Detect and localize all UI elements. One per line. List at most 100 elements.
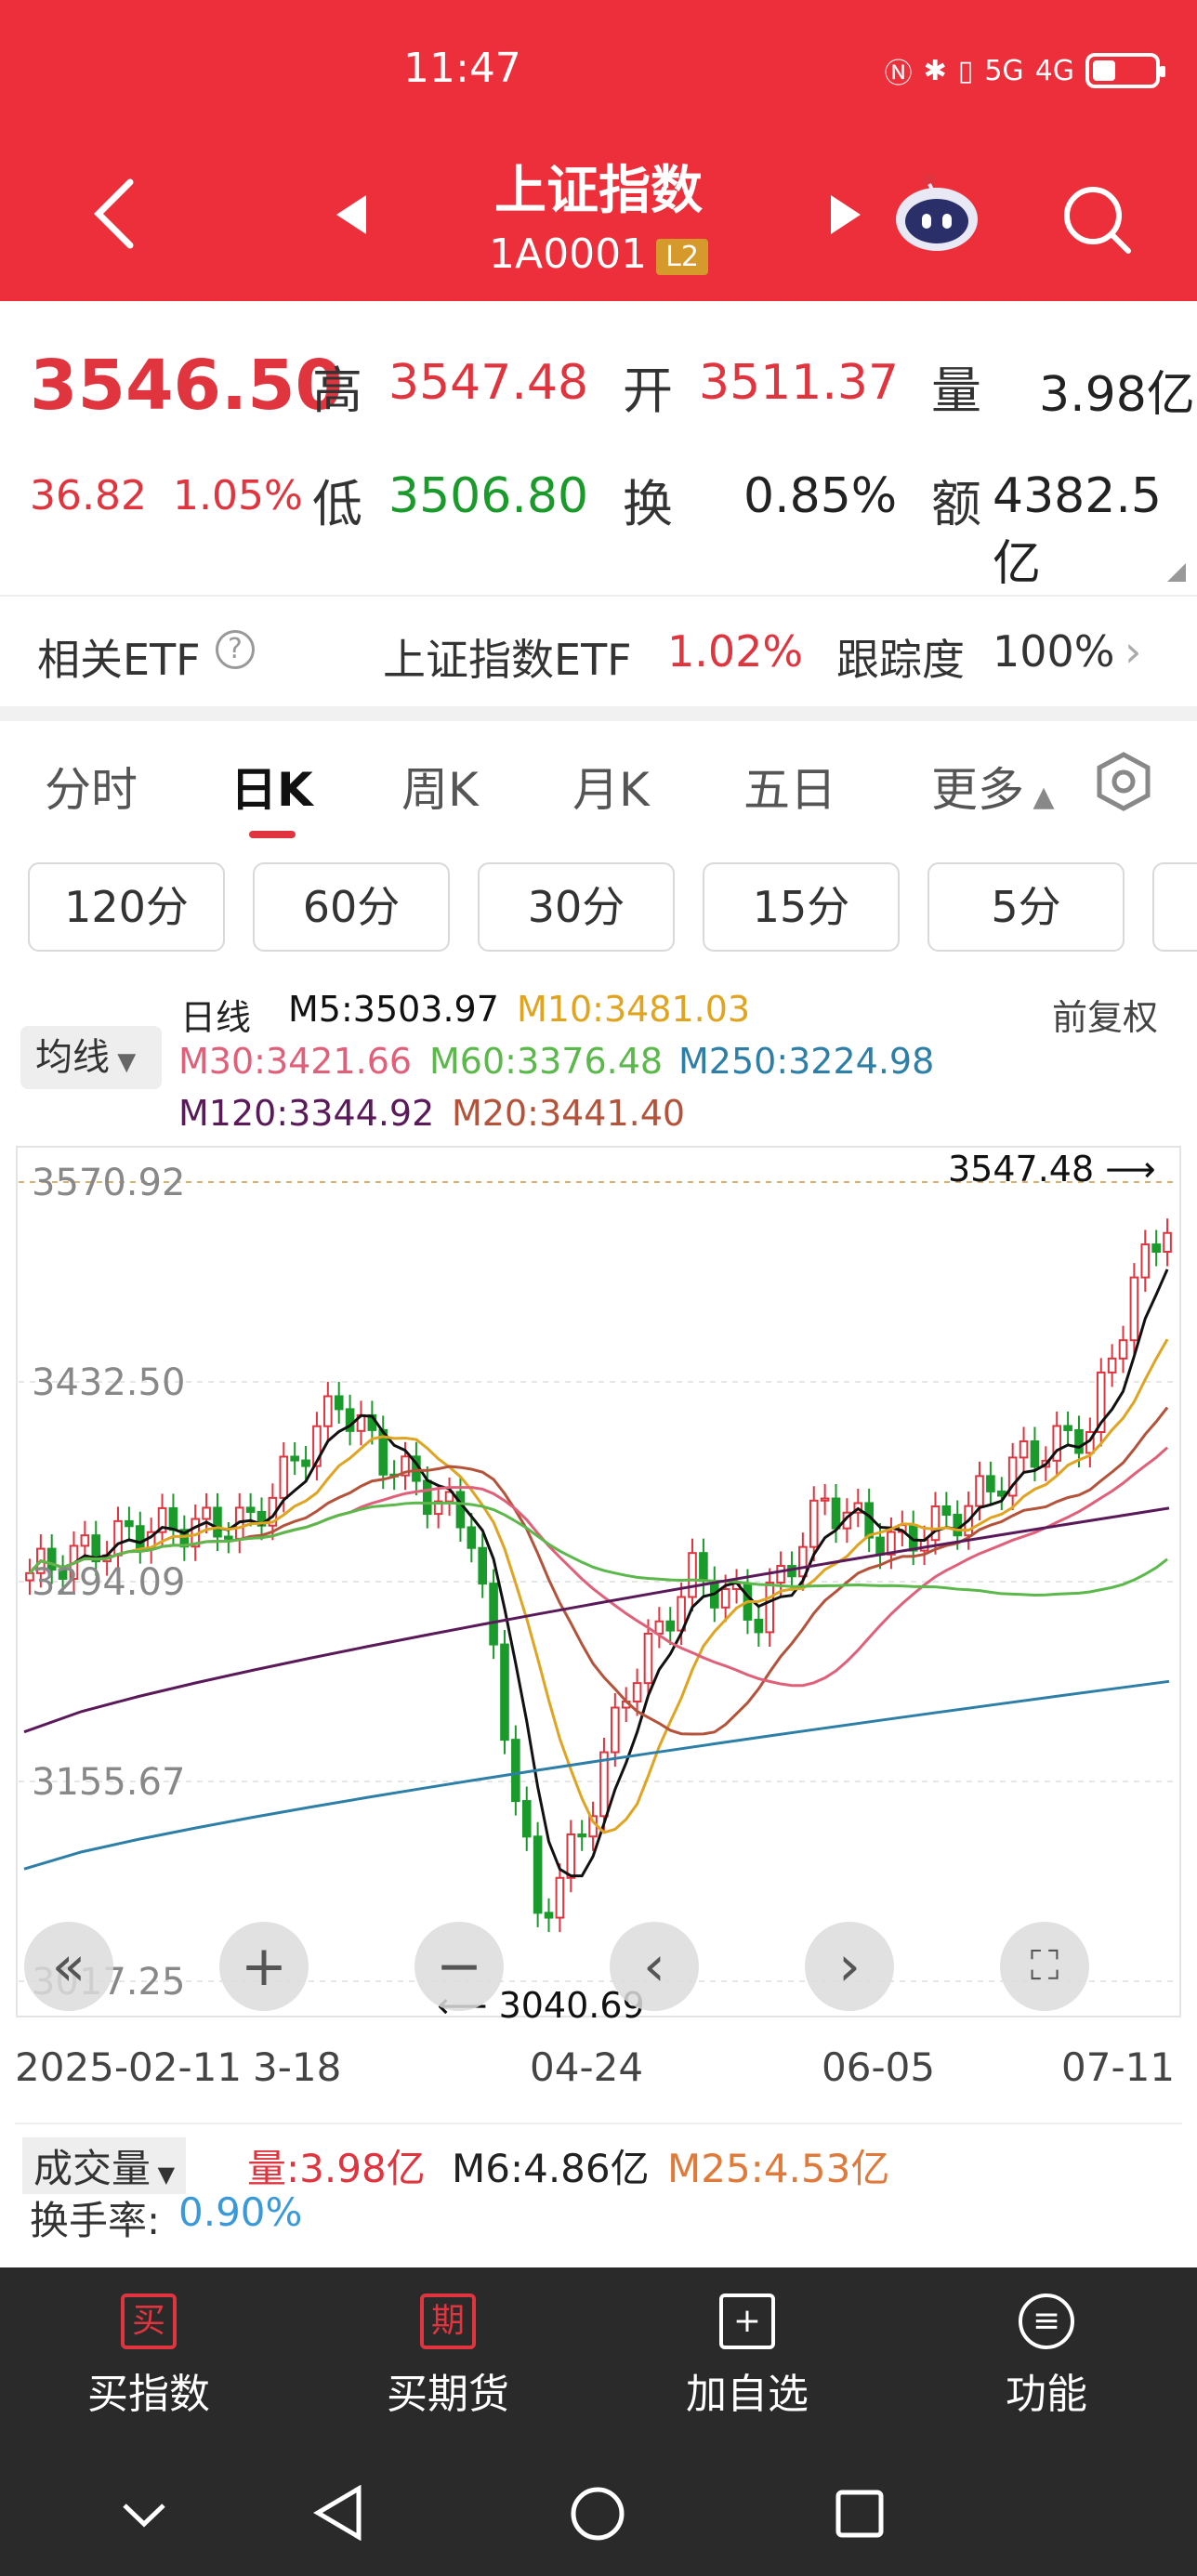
chevron-right-icon: › <box>1125 626 1142 677</box>
legend-m250: M250:3224.98 <box>678 1041 935 1082</box>
candle-body <box>953 1514 963 1537</box>
zoom-in-button[interactable]: + <box>219 1922 309 2011</box>
scroll-left-button[interactable]: ‹ <box>610 1922 699 2011</box>
legend-m30: M30:3421.66 <box>178 1041 413 1082</box>
candle-body <box>135 1525 145 1551</box>
amount-value: 4382.5亿 <box>993 468 1162 592</box>
status-time: 11:47 <box>403 45 521 92</box>
header: 11:47 Ⓝ ✱ ▯ 5G 4G 上证指数 1A0001 L2 <box>0 0 1197 301</box>
price-change: 36.82 <box>30 472 147 519</box>
candle-body <box>643 1632 653 1685</box>
stock-code: 1A0001 <box>489 230 648 278</box>
candle-body <box>544 1912 554 1919</box>
tab-monthly-k[interactable]: 月K <box>572 753 650 820</box>
candle-body <box>1118 1339 1128 1360</box>
candle-body <box>455 1491 466 1529</box>
ma-dropdown[interactable]: 均线 ▼ <box>20 1026 162 1089</box>
scroll-right-button[interactable]: › <box>805 1922 894 2011</box>
tab-five-day[interactable]: 五日 <box>743 753 836 820</box>
x-tick: 04-24 <box>530 2044 644 2090</box>
candle-body <box>611 1706 620 1754</box>
low-label: 低 <box>312 475 362 533</box>
active-tab-indicator <box>249 831 296 838</box>
stock-code-row: 1A0001 L2 <box>0 230 1197 278</box>
open-label: 开 <box>623 361 673 420</box>
candle-body <box>1163 1231 1172 1254</box>
buy-index-button[interactable]: 买买指数 <box>56 2293 242 2420</box>
subtab-120min[interactable]: 120分 <box>28 862 225 952</box>
x-tick: 3-18 <box>253 2044 342 2090</box>
current-price: 3546.50 <box>30 346 344 426</box>
nav-home-icon[interactable] <box>569 2485 626 2543</box>
subtab-30min[interactable]: 30分 <box>478 862 675 952</box>
volume-dropdown[interactable]: 成交量 ▼ <box>22 2137 187 2194</box>
subtab-partial[interactable] <box>1152 862 1197 952</box>
menu-icon: ≡ <box>1019 2293 1074 2349</box>
candle-body <box>831 1497 841 1530</box>
legend-m120: M120:3344.92 <box>178 1093 435 1134</box>
candle-body <box>478 1546 488 1585</box>
zoom-out-button[interactable]: − <box>414 1922 504 2011</box>
quote-panel: 3546.50 36.82 1.05% 高 3547.48 开 3511.37 … <box>0 301 1197 595</box>
futures-icon: 期 <box>420 2293 476 2349</box>
battery-icon <box>1085 53 1165 88</box>
candle-body <box>754 1618 764 1634</box>
buy-futures-button[interactable]: 期买期货 <box>355 2293 541 2420</box>
tab-more[interactable]: 更多 ▲ <box>931 753 1055 820</box>
add-watchlist-button[interactable]: + 加自选 <box>654 2293 840 2420</box>
functions-button[interactable]: ≡ 功能 <box>954 2293 1139 2420</box>
candle-body <box>245 1506 256 1513</box>
tab-intraday[interactable]: 分时 <box>45 753 138 820</box>
volume-m25: M25:4.53亿 <box>667 2146 890 2191</box>
nfc-icon: Ⓝ <box>884 58 913 90</box>
candle-body <box>301 1459 310 1467</box>
page-title: 上证指数 <box>494 161 703 221</box>
legend-m60: M60:3376.48 <box>429 1041 664 1082</box>
kline-chart[interactable] <box>15 1145 1182 2018</box>
related-etf-row[interactable]: 相关ETF ? 上证指数ETF 1.02% 跟踪度 100% › <box>0 595 1197 706</box>
signal-4g-icon: 4G <box>1034 54 1074 87</box>
chevron-down-icon[interactable] <box>121 2496 167 2533</box>
scroll-left-fast-button[interactable]: « <box>24 1922 113 2011</box>
candle-body <box>688 1552 697 1598</box>
legend-m10: M10:3481.03 <box>517 989 751 1030</box>
candle-body <box>720 1587 730 1609</box>
x-tick: 2025-02-11 <box>15 2044 243 2090</box>
candle-body <box>323 1395 333 1427</box>
subtab-15min[interactable]: 15分 <box>703 862 900 952</box>
help-icon[interactable]: ? <box>216 630 255 669</box>
candle-body <box>820 1497 830 1502</box>
etf-name: 上证指数ETF <box>383 635 632 685</box>
nav-back-icon[interactable] <box>312 2485 364 2541</box>
settings-hex-icon[interactable] <box>1093 751 1154 812</box>
subtab-5min[interactable]: 5分 <box>927 862 1125 952</box>
expand-corner-icon[interactable] <box>1167 563 1186 582</box>
nav-recents-icon[interactable] <box>835 2489 885 2539</box>
next-stock-icon[interactable] <box>829 193 862 236</box>
turnover-rate-value: 0.90% <box>178 2189 303 2235</box>
candle-body <box>699 1552 708 1583</box>
candle-body <box>500 1643 509 1741</box>
fullscreen-button[interactable]: ⛶ <box>1000 1922 1089 2011</box>
tab-weekly-k[interactable]: 周K <box>401 753 479 820</box>
volume-value: 3.98亿 <box>1039 367 1195 423</box>
turnover-value: 0.85% <box>743 468 898 524</box>
signal-5g-icon: 5G <box>984 54 1024 87</box>
period-tabs: 分时 日K 周K 月K 五日 更多 ▲ <box>0 721 1197 842</box>
tab-daily-k[interactable]: 日K <box>230 753 313 820</box>
candle-body <box>202 1506 211 1520</box>
candle-body <box>1063 1425 1072 1431</box>
robot-assistant-icon[interactable] <box>892 171 981 255</box>
subtab-60min[interactable]: 60分 <box>253 862 450 952</box>
max-price-marker: 3547.48 ⟶ <box>948 1149 1156 1189</box>
candle-body <box>975 1475 984 1507</box>
volume-m6: M6:4.86亿 <box>452 2146 650 2191</box>
candle-body <box>555 1876 565 1919</box>
search-icon[interactable] <box>1059 182 1134 256</box>
candle-body <box>1129 1276 1139 1342</box>
legend-m5: M5:3503.97 <box>288 989 499 1030</box>
bottom-action-bar: 买买指数 期买期货 + 加自选 ≡ 功能 <box>0 2267 1197 2453</box>
adjust-mode[interactable]: 前复权 <box>1052 989 1158 1040</box>
legend-m20: M20:3441.40 <box>452 1093 686 1134</box>
open-value: 3511.37 <box>699 355 900 411</box>
